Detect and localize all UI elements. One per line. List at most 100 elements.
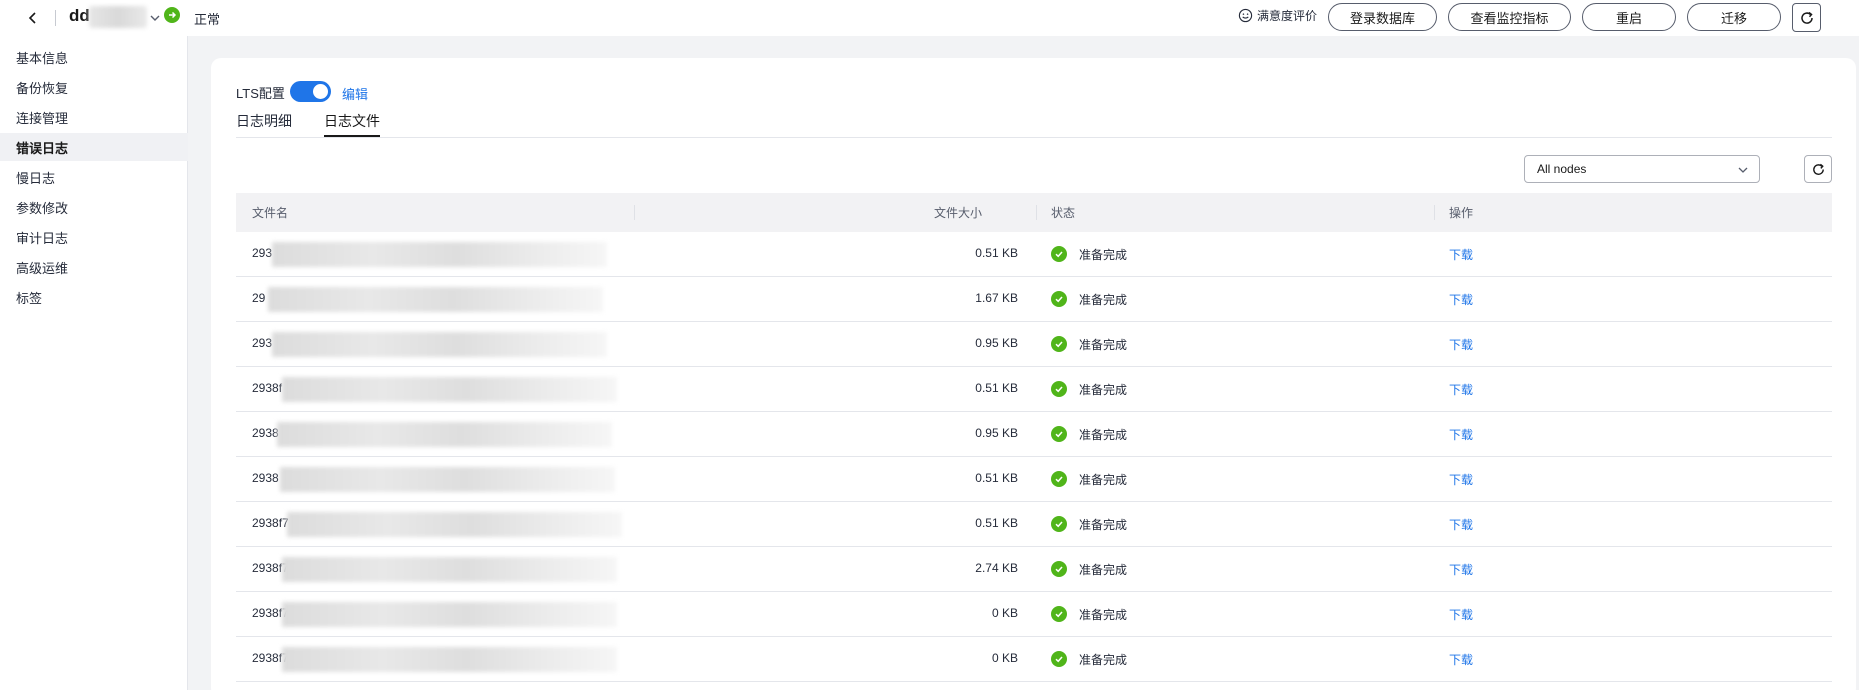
download-link[interactable]: 下载 xyxy=(1449,336,1473,353)
refresh-icon xyxy=(1800,11,1813,24)
file-status: 准备完成 xyxy=(1079,473,1128,487)
restart-button[interactable]: 重启 xyxy=(1582,3,1676,31)
file-status: 准备完成 xyxy=(1079,563,1128,577)
table-row: 2938f7 0 KB 准备完成 下载 xyxy=(236,637,1832,682)
chevron-down-icon[interactable] xyxy=(148,11,162,25)
check-circle-icon xyxy=(1051,381,1067,397)
download-link[interactable]: 下载 xyxy=(1449,291,1473,308)
file-size: 0 KB xyxy=(991,651,1018,665)
login-database-button[interactable]: 登录数据库 xyxy=(1328,3,1437,31)
tabs-divider xyxy=(236,137,1832,138)
check-circle-icon xyxy=(1051,606,1067,622)
file-name-redacted xyxy=(280,467,615,492)
download-link[interactable]: 下载 xyxy=(1449,246,1473,263)
file-size: 0.95 KB xyxy=(975,426,1018,440)
file-name-redacted xyxy=(282,602,617,627)
file-size: 0.51 KB xyxy=(975,471,1018,485)
sidebar-item-error-log[interactable]: 错误日志 xyxy=(0,133,188,161)
column-header-filename: 文件名 xyxy=(252,206,289,220)
chevron-down-icon xyxy=(1738,167,1748,173)
node-filter-value: All nodes xyxy=(1537,162,1587,176)
check-circle-icon xyxy=(1051,471,1067,487)
file-name-redacted xyxy=(282,377,617,402)
download-link[interactable]: 下载 xyxy=(1449,381,1473,398)
top-bar: dd 正常 满意度评价 登录数据库 查看监控指标 重启 迁移 xyxy=(0,0,1859,36)
feedback-label: 满意度评价 xyxy=(1257,9,1318,23)
download-link[interactable]: 下载 xyxy=(1449,561,1473,578)
sidebar-item-advanced-ops[interactable]: 高级运维 xyxy=(0,253,188,281)
file-name: 293 xyxy=(252,246,273,260)
lts-toggle[interactable] xyxy=(290,81,331,102)
column-divider xyxy=(1434,205,1435,220)
check-circle-icon xyxy=(1051,651,1067,667)
file-status: 准备完成 xyxy=(1079,338,1128,352)
column-header-filesize: 文件大小 xyxy=(934,206,983,220)
file-status: 准备完成 xyxy=(1079,428,1128,442)
header-divider xyxy=(55,10,56,26)
file-size: 0.95 KB xyxy=(975,336,1018,350)
instance-name: dd xyxy=(69,6,90,25)
file-name: 29 xyxy=(252,291,266,305)
status-running-icon xyxy=(164,7,180,23)
file-name-redacted xyxy=(272,242,607,267)
edit-lts-link[interactable]: 编辑 xyxy=(342,84,368,103)
sidebar-item-connection[interactable]: 连接管理 xyxy=(0,103,188,131)
file-name-redacted xyxy=(287,512,622,537)
check-circle-icon xyxy=(1051,516,1067,532)
sidebar-item-basic-info[interactable]: 基本信息 xyxy=(0,43,188,71)
instance-name-redacted xyxy=(89,6,147,28)
file-name: 2938 xyxy=(252,426,279,440)
sidebar-item-audit-log[interactable]: 审计日志 xyxy=(0,223,188,251)
feedback-link[interactable]: 满意度评价 xyxy=(1238,7,1317,24)
lts-config-label: LTS配置 xyxy=(236,86,285,101)
view-metrics-button[interactable]: 查看监控指标 xyxy=(1448,3,1571,31)
file-name-redacted xyxy=(277,422,612,447)
table-row: 2938f7 2.74 KB 准备完成 下载 xyxy=(236,547,1832,592)
file-name: 2938 xyxy=(252,471,279,485)
file-size: 2.74 KB xyxy=(975,561,1018,575)
file-name-redacted xyxy=(282,647,617,672)
download-link[interactable]: 下载 xyxy=(1449,516,1473,533)
column-header-action: 操作 xyxy=(1449,206,1474,220)
check-circle-icon xyxy=(1051,336,1067,352)
node-filter-select[interactable]: All nodes xyxy=(1524,155,1760,183)
file-status: 准备完成 xyxy=(1079,383,1128,397)
column-divider xyxy=(634,205,635,220)
download-link[interactable]: 下载 xyxy=(1449,426,1473,443)
file-status: 准备完成 xyxy=(1079,293,1128,307)
file-size: 1.67 KB xyxy=(975,291,1018,305)
smile-icon xyxy=(1238,8,1253,23)
file-name: 2938f7 xyxy=(252,516,289,530)
column-divider xyxy=(1036,205,1037,220)
tab-log-detail[interactable]: 日志明细 xyxy=(236,111,292,137)
column-header-status: 状态 xyxy=(1051,206,1076,220)
table-row: 2938 0.51 KB 准备完成 下载 xyxy=(236,457,1832,502)
file-name-redacted xyxy=(272,332,607,357)
table-row: 29 1.67 KB 准备完成 下载 xyxy=(236,277,1832,322)
sidebar-item-slow-log[interactable]: 慢日志 xyxy=(0,163,188,191)
table-header: 文件名 文件大小 状态 操作 xyxy=(236,193,1832,232)
instance-status-text: 正常 xyxy=(194,12,221,27)
table-row: 2938f7 0.51 KB 准备完成 下载 xyxy=(236,502,1832,547)
back-arrow-icon[interactable] xyxy=(22,7,44,29)
check-circle-icon xyxy=(1051,291,1067,307)
sidebar-item-params[interactable]: 参数修改 xyxy=(0,193,188,221)
refresh-page-button[interactable] xyxy=(1792,3,1821,32)
sidebar-item-tags[interactable]: 标签 xyxy=(0,283,188,311)
table-row: 293 0.51 KB 准备完成 下载 xyxy=(236,232,1832,277)
download-link[interactable]: 下载 xyxy=(1449,606,1473,623)
file-name-redacted xyxy=(282,557,617,582)
file-status: 准备完成 xyxy=(1079,248,1128,262)
refresh-list-button[interactable] xyxy=(1804,155,1832,183)
file-size: 0.51 KB xyxy=(975,246,1018,260)
file-size: 0.51 KB xyxy=(975,381,1018,395)
download-link[interactable]: 下载 xyxy=(1449,651,1473,668)
download-link[interactable]: 下载 xyxy=(1449,471,1473,488)
migrate-button[interactable]: 迁移 xyxy=(1687,3,1781,31)
file-name-redacted xyxy=(268,287,603,312)
file-name: 2938f xyxy=(252,381,283,395)
file-size: 0.51 KB xyxy=(975,516,1018,530)
sidebar-item-backup[interactable]: 备份恢复 xyxy=(0,73,188,101)
tab-log-files[interactable]: 日志文件 xyxy=(324,111,380,137)
file-name: 293 xyxy=(252,336,273,350)
